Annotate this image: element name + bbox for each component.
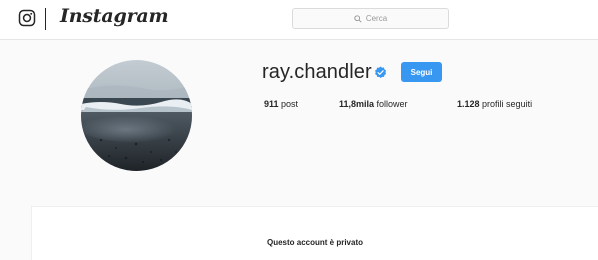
followers-count: 11,8mila [339,99,375,109]
avatar-photo [81,60,192,171]
private-account-panel: Questo account è privato [31,206,598,260]
search-input[interactable]: Cerca [292,8,449,29]
instagram-wordmark-logo[interactable]: Instagram [60,5,169,27]
posts-count: 911 [264,99,279,109]
following-label: profili seguiti [482,99,533,109]
stat-followers[interactable]: 11,8mila follower [339,99,408,109]
followers-label: follower [376,99,408,109]
search-icon [354,14,362,23]
posts-label: post [281,99,299,109]
instagram-glyph-icon[interactable] [18,9,36,27]
nav-divider [45,8,46,30]
top-navigation-bar: Instagram Cerca [0,0,598,40]
verified-badge-icon [375,66,387,79]
private-account-notice: Questo account è privato [266,238,364,247]
stat-following[interactable]: 1.128 profili seguiti [457,99,532,109]
profile-username: ray.chandler [262,61,372,83]
follow-button[interactable]: Segui [401,62,442,82]
stat-posts: 911 post [264,99,298,109]
search-placeholder: Cerca [365,14,388,23]
profile-avatar[interactable] [81,60,192,171]
following-count: 1.128 [457,99,480,109]
